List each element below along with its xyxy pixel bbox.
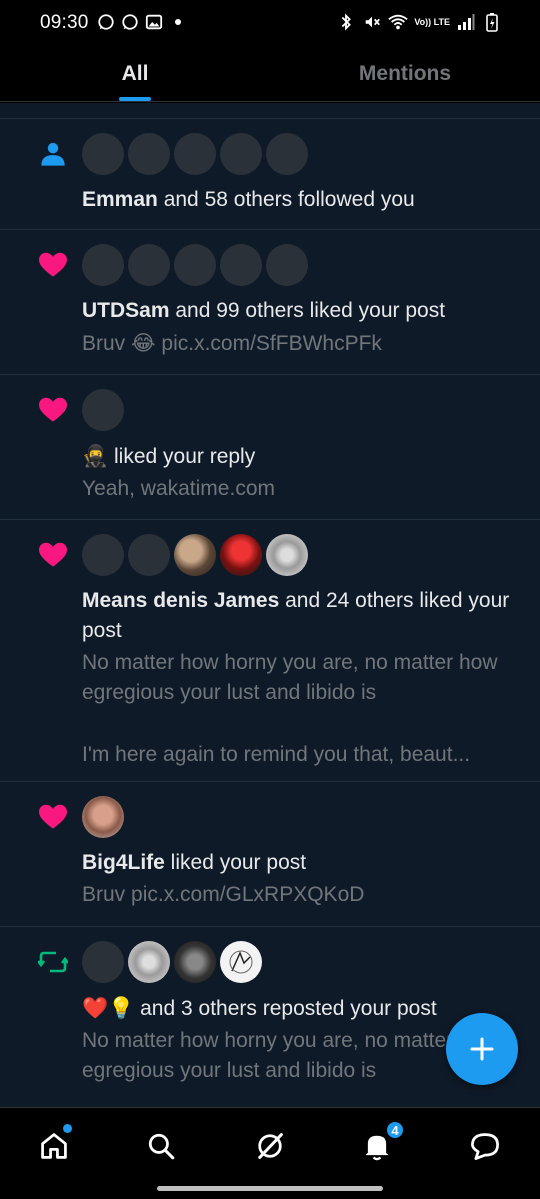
tab-all-label: All [121, 61, 149, 85]
whatsapp-icon [120, 12, 140, 32]
laughing-emoji: 😂 [131, 331, 156, 355]
avatar-group [82, 133, 520, 175]
nav-search[interactable] [141, 1126, 181, 1166]
bluetooth-icon [336, 12, 356, 32]
avatar[interactable] [174, 941, 216, 983]
bottom-navigation: 4 [0, 1107, 540, 1199]
heart-icon [36, 248, 70, 282]
avatar[interactable] [128, 133, 170, 175]
notification-count-badge: 4 [385, 1120, 405, 1140]
post-preview: No matter how horny you are, no matter h… [82, 651, 498, 704]
tab-mentions[interactable]: Mentions [270, 46, 540, 101]
actor-name[interactable]: Means denis James [82, 589, 279, 612]
avatar[interactable] [220, 534, 262, 576]
notification-text: ❤️💡 and 3 others reposted your post [82, 993, 520, 1024]
notification-text: Emman and 58 others followed you [82, 185, 520, 215]
notification-item[interactable]: UTDSam and 99 others liked your post Bru… [0, 230, 540, 375]
avatar[interactable] [174, 534, 216, 576]
home-icon [41, 1133, 67, 1159]
avatar[interactable] [82, 796, 124, 838]
avatar-group [82, 534, 520, 576]
avatar[interactable] [220, 244, 262, 286]
actor-name[interactable]: UTDSam [82, 299, 170, 322]
notification-action: and 58 others followed you [157, 188, 415, 211]
heart-icon [36, 538, 70, 572]
post-preview: Yeah, wakatime.com [82, 477, 275, 500]
notification-text: Means denis James and 24 others liked yo… [82, 586, 520, 646]
heart-icon [36, 800, 70, 834]
notification-text: Big4Life liked your post [82, 848, 520, 878]
avatar[interactable] [82, 244, 124, 286]
compose-button[interactable] [446, 1013, 518, 1085]
avatar[interactable] [82, 389, 124, 431]
post-preview-continued: I'm here again to remind you that, beaut… [82, 743, 471, 766]
notification-tabs: All Mentions [0, 46, 540, 102]
notifications-feed: Emman and 58 others followed you UTDSam … [0, 103, 540, 1107]
notification-item[interactable]: Big4Life liked your post Bruv pic.x.com/… [0, 782, 540, 927]
tab-all[interactable]: All [0, 46, 270, 101]
post-preview: Bruv pic.x.com/GLxRPXQKoD [82, 883, 365, 906]
notification-text: 🥷 liked your reply [82, 441, 520, 472]
avatar[interactable] [174, 244, 216, 286]
avatar[interactable] [266, 244, 308, 286]
notification-item[interactable]: 🥷 liked your reply Yeah, wakatime.com [0, 375, 540, 520]
nav-notifications[interactable]: 4 [357, 1120, 405, 1166]
plus-icon [470, 1037, 494, 1061]
network-label: Vo)) LTE [414, 16, 450, 27]
message-icon [471, 1133, 499, 1160]
avatar-group [82, 941, 520, 983]
nav-grok[interactable] [250, 1126, 290, 1166]
status-time: 09:30 [40, 12, 89, 33]
notification-action: liked your reply [108, 445, 256, 468]
actor-emoji[interactable]: 🥷 [82, 444, 108, 468]
notification-action: and 99 others liked your post [169, 299, 446, 322]
avatar[interactable] [266, 133, 308, 175]
grok-icon [258, 1133, 283, 1159]
gesture-bar[interactable] [157, 1186, 383, 1191]
nav-messages[interactable] [465, 1126, 505, 1166]
wifi-icon [388, 12, 408, 32]
notification-text: UTDSam and 99 others liked your post [82, 296, 520, 326]
avatar-group [82, 244, 520, 286]
actor-name[interactable]: Emman [82, 188, 158, 211]
avatar-group [82, 389, 520, 431]
search-icon [148, 1133, 175, 1160]
avatar[interactable] [128, 941, 170, 983]
post-preview-link: pic.x.com/SfFBWhcPFk [155, 332, 382, 355]
avatar[interactable] [82, 534, 124, 576]
post-preview-text: Bruv [82, 332, 132, 355]
notification-action: liked your post [164, 851, 307, 874]
whatsapp-icon [96, 12, 116, 32]
divider [0, 103, 540, 119]
status-bar: 09:30 Vo)) LTE [0, 0, 540, 46]
avatar[interactable] [82, 941, 124, 983]
notification-item[interactable]: Means denis James and 24 others liked yo… [0, 520, 540, 782]
avatar[interactable] [128, 244, 170, 286]
avatar[interactable] [220, 133, 262, 175]
tab-mentions-label: Mentions [358, 61, 452, 85]
active-tab-indicator [119, 97, 151, 101]
notification-item[interactable]: Emman and 58 others followed you [0, 119, 540, 230]
avatar[interactable] [220, 941, 262, 983]
post-preview: Bruv 😂 pic.x.com/SfFBWhcPFk [82, 328, 520, 359]
notification-dot-icon [168, 12, 188, 32]
avatar[interactable] [174, 133, 216, 175]
notification-item[interactable]: ❤️💡 and 3 others reposted your post No m… [0, 927, 540, 1107]
unread-dot [63, 1124, 72, 1133]
signal-icon [456, 12, 476, 32]
heart-icon [36, 393, 70, 427]
mute-icon [362, 12, 382, 32]
avatar-group [82, 796, 520, 838]
repost-icon [36, 945, 70, 979]
nav-home[interactable] [34, 1124, 74, 1166]
avatar[interactable] [128, 534, 170, 576]
battery-icon [482, 12, 502, 32]
avatar[interactable] [266, 534, 308, 576]
actor-emoji[interactable]: ❤️💡 [82, 996, 134, 1020]
person-icon [36, 137, 70, 171]
gallery-icon [144, 12, 164, 32]
actor-name[interactable]: Big4Life [82, 851, 165, 874]
avatar[interactable] [82, 133, 124, 175]
notification-action: and 3 others reposted your post [134, 997, 437, 1020]
